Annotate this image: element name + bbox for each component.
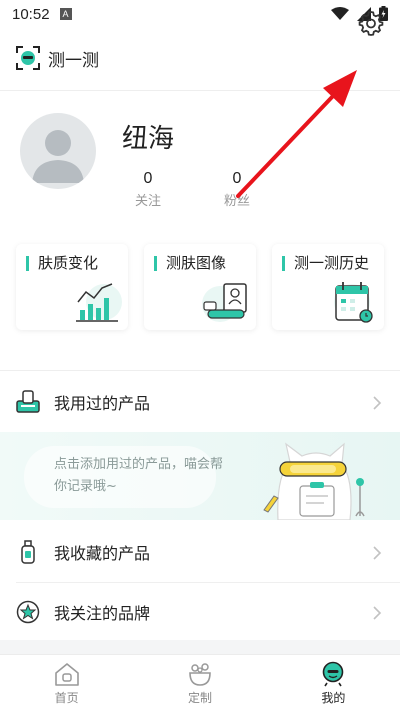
nav-home[interactable]: 首页	[0, 655, 133, 711]
card-skin-image[interactable]: 测肤图像	[144, 244, 256, 330]
banner-text: 点击添加用过的产品，喵会帮你记录哦~	[54, 457, 224, 494]
chevron-right-icon	[373, 396, 382, 410]
avatar[interactable]	[20, 113, 96, 189]
bottle-icon	[21, 540, 35, 564]
list-item-label: 我收藏的产品	[54, 544, 151, 563]
row-divider	[16, 582, 400, 583]
following-stat[interactable]: 0 关注	[118, 170, 178, 209]
nav-label: 我的	[321, 690, 346, 705]
followers-label: 粉丝	[223, 194, 250, 209]
list-item-followed-brands[interactable]: 我关注的品牌	[0, 584, 400, 640]
card-title: 测一测历史	[282, 256, 369, 271]
wifi-icon	[331, 6, 349, 20]
profile-face-icon	[323, 661, 344, 686]
app-title: 测一测	[48, 50, 99, 71]
home-icon	[54, 662, 79, 686]
face-scan-icon	[16, 46, 40, 70]
chevron-right-icon	[373, 546, 382, 560]
add-products-banner[interactable]: 点击添加用过的产品，喵会帮你记录哦~	[0, 432, 400, 520]
profile-image-illustration	[202, 283, 247, 322]
card-test-history[interactable]: 测一测历史	[272, 244, 384, 330]
product-box-icon	[16, 390, 40, 413]
nav-label: 定制	[187, 690, 212, 705]
gray-band	[0, 640, 400, 654]
bottom-nav: 首页 定制 我的	[0, 654, 400, 711]
notification-badge: A	[59, 8, 72, 20]
card-title: 肤质变化	[26, 256, 98, 271]
calendar-illustration	[334, 282, 373, 323]
gear-icon[interactable]	[358, 10, 384, 36]
following-count: 0	[143, 170, 153, 187]
custom-icon	[189, 662, 211, 686]
card-title: 测肤图像	[154, 256, 226, 271]
header-divider	[0, 90, 400, 91]
nav-label: 首页	[54, 690, 79, 705]
nickname: 纽海	[122, 124, 175, 154]
followers-stat[interactable]: 0 粉丝	[207, 170, 267, 209]
nav-mine[interactable]: 我的	[267, 655, 400, 711]
list-item-used-products[interactable]: 我用过的产品	[0, 374, 400, 430]
following-label: 关注	[134, 194, 161, 209]
list-item-label: 我用过的产品	[54, 394, 151, 413]
chevron-right-icon	[373, 606, 382, 620]
brand-star-icon	[16, 600, 40, 624]
cat-mascot-illustration	[263, 442, 365, 520]
status-bar: 10:52 A	[0, 0, 400, 28]
section-divider	[0, 370, 400, 371]
status-time: 10:52	[12, 5, 50, 23]
list-item-label: 我关注的品牌	[54, 604, 151, 623]
card-skin-change[interactable]: 肤质变化	[16, 244, 128, 330]
nav-custom[interactable]: 定制	[133, 655, 266, 711]
list-item-favorite-products[interactable]: 我收藏的产品	[0, 524, 400, 580]
app-header: 测一测	[0, 36, 400, 80]
default-avatar-icon	[32, 130, 84, 183]
bar-chart-illustration	[76, 283, 122, 322]
followers-count: 0	[232, 170, 242, 187]
